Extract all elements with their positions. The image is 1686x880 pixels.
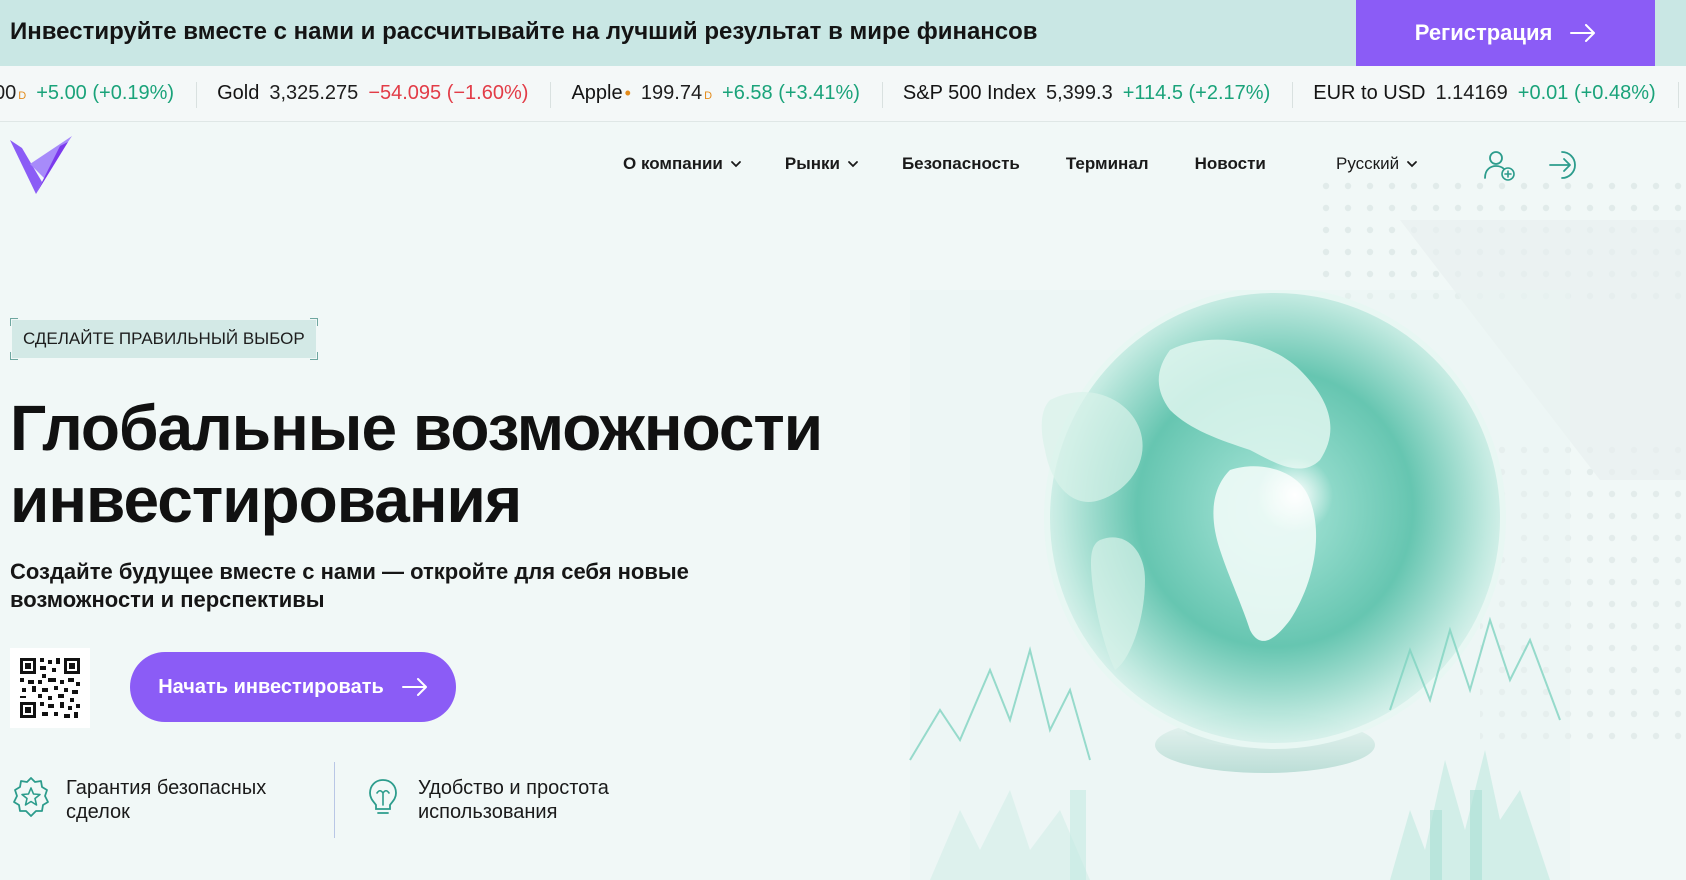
bulb-icon — [369, 779, 397, 814]
feature-safe-deals: Гарантия безопасных сделок — [10, 776, 266, 824]
register-button[interactable]: Регистрация — [1356, 0, 1655, 66]
register-button-label: Регистрация — [1414, 20, 1553, 45]
hero-subtitle-line: возможности и перспективы — [10, 587, 325, 612]
hero-subtitle: Создайте будущее вместе с нами — откройт… — [10, 558, 750, 614]
nav-label: Новости — [1194, 154, 1266, 173]
ticker-item[interactable]: 00 D +5.00 (+0.19%) — [0, 82, 198, 108]
ticker-delay-mark: D — [18, 90, 27, 102]
ticker-name: S&P 500 Index — [902, 82, 1036, 104]
nav-label: Терминал — [1065, 154, 1149, 173]
ticker-change: +5.00 (+0.19%) — [36, 82, 175, 104]
market-open-dot: • — [624, 83, 631, 103]
ticker-item[interactable]: Apple • 199.74 D +6.58 (+3.41%) — [551, 82, 883, 108]
ticker-item[interactable]: Gold 3,325.275 −54.095 (−1.60%) — [197, 82, 552, 108]
ticker-change: +6.58 (+3.41%) — [722, 82, 860, 104]
globe-illustration — [909, 290, 1570, 880]
start-investing-label: Начать инвестировать — [158, 675, 384, 698]
nav-item-terminal[interactable]: Терминал — [1066, 154, 1149, 174]
ticker-name: EUR to USD — [1313, 82, 1426, 104]
hero-title: Глобальные возможности инвестирования — [10, 392, 830, 536]
nav-item-security[interactable]: Безопасность — [902, 154, 1020, 174]
feature-divider — [334, 762, 335, 838]
feature-text: Удобство и простота — [418, 777, 609, 799]
ticker-item[interactable]: EUR to USD 1.14169 +0.01 (+0.48%) — [1293, 82, 1679, 108]
main-nav: О компании Рынки Безопасность Терминал Н… — [623, 154, 1266, 174]
nav-label: Рынки — [784, 154, 840, 173]
chevron-down-icon — [730, 161, 741, 168]
start-investing-button[interactable]: Начать инвестировать — [130, 652, 456, 722]
arrow-right-icon — [401, 678, 427, 696]
language-select[interactable]: Русский — [1336, 154, 1419, 174]
ticker-change: −54.095 (−1.60%) — [368, 82, 529, 104]
feature-text: сделок — [66, 801, 130, 823]
qr-code[interactable] — [10, 648, 90, 728]
ticker-name: Gold — [217, 82, 260, 104]
nav-item-markets[interactable]: Рынки — [785, 154, 860, 174]
ticker-price: 00 — [0, 82, 17, 104]
login-icon[interactable] — [1548, 148, 1582, 182]
brand-logo[interactable] — [8, 134, 72, 198]
banner-edge — [1655, 0, 1686, 66]
ticker-price: 3,325.275 — [269, 82, 359, 104]
ticker-delay-mark: D — [704, 90, 713, 102]
nav-label: Безопасность — [901, 154, 1020, 173]
feature-ease-of-use: Удобство и простота использования — [362, 776, 609, 824]
arrow-right-icon — [1570, 24, 1596, 42]
ticker-change: +114.5 (+2.17%) — [1122, 82, 1271, 104]
chevron-down-icon — [1407, 161, 1417, 168]
add-user-icon[interactable] — [1482, 148, 1516, 182]
ticker-item[interactable]: S&P 500 Index 5,399.3 +114.5 (+2.17%) — [883, 82, 1294, 108]
ticker-price: 199.74 — [640, 82, 703, 104]
feature-text: использования — [418, 801, 558, 823]
shield-star-icon — [13, 777, 49, 817]
nav-item-about[interactable]: О компании — [623, 154, 743, 174]
hero-subtitle-line: Создайте будущее вместе с нами — откройт… — [10, 559, 689, 584]
hero-title-line: инвестирования — [10, 464, 522, 536]
promo-banner-text: Инвестируйте вместе с нами и рассчитывай… — [10, 18, 1038, 45]
ticker-name: Apple — [571, 82, 623, 104]
chevron-down-icon — [848, 161, 858, 168]
nav-label: О компании — [623, 154, 723, 173]
ticker-price: 1.14169 — [1435, 82, 1508, 104]
promo-banner: Инвестируйте вместе с нами и рассчитывай… — [0, 0, 1686, 66]
feature-text: Гарантия безопасных — [66, 777, 267, 799]
language-label: Русский — [1336, 154, 1400, 173]
hero-title-line: Глобальные возможности — [10, 392, 823, 464]
ticker-price: 5,399.3 — [1045, 82, 1113, 104]
tagline-badge: СДЕЛАЙТЕ ПРАВИЛЬНЫЙ ВЫБОР — [10, 318, 318, 360]
nav-item-news[interactable]: Новости — [1195, 154, 1266, 174]
market-ticker: 00 D +5.00 (+0.19%) Gold 3,325.275 −54.0… — [0, 66, 1686, 122]
ticker-change: +0.01 (+0.48%) — [1517, 82, 1656, 104]
tagline-text: СДЕЛАЙТЕ ПРАВИЛЬНЫЙ ВЫБОР — [23, 329, 305, 348]
